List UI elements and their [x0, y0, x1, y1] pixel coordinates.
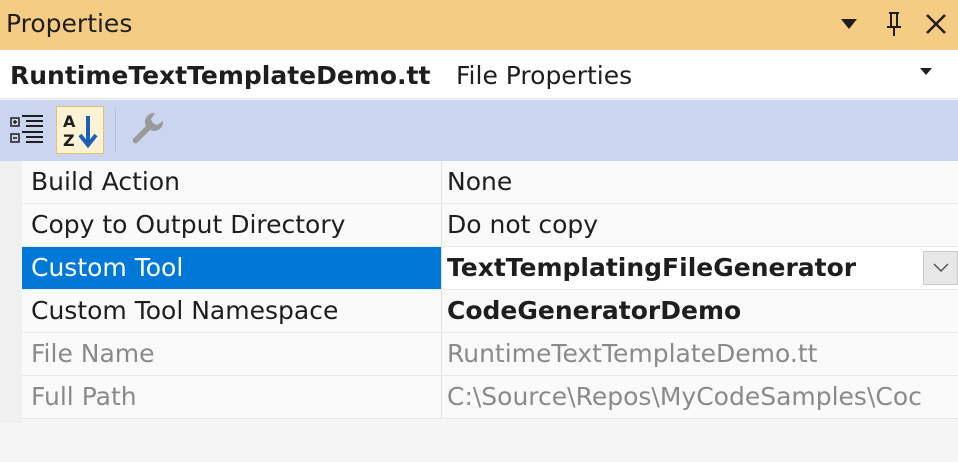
object-selector[interactable]: RuntimeTextTemplateDemo.tt File Properti…: [0, 50, 958, 99]
property-value[interactable]: None: [443, 161, 958, 203]
toolbar-separator: [115, 108, 116, 152]
svg-text:Z: Z: [63, 131, 75, 150]
property-value[interactable]: TextTemplatingFileGenerator: [443, 247, 958, 289]
property-row-custom-tool-namespace[interactable]: Custom Tool Namespace CodeGeneratorDemo: [22, 290, 958, 333]
properties-toolbar: A Z: [0, 100, 958, 161]
property-row-file-name[interactable]: File Name RuntimeTextTemplateDemo.tt: [22, 333, 958, 376]
window-title: Properties: [6, 9, 133, 38]
property-row-copy-to-output[interactable]: Copy to Output Directory Do not copy: [22, 204, 958, 247]
property-row-build-action[interactable]: Build Action None: [22, 161, 958, 204]
property-value[interactable]: Do not copy: [443, 204, 958, 246]
property-value: RuntimeTextTemplateDemo.tt: [447, 339, 818, 368]
property-row-full-path[interactable]: Full Path C:\Source\Repos\MyCodeSamples\…: [22, 376, 958, 419]
close-icon[interactable]: [921, 9, 951, 39]
property-grid: Build Action None Copy to Output Directo…: [0, 161, 958, 423]
property-value: C:\Source\Repos\MyCodeSamples\Coc: [447, 382, 922, 411]
properties-title-bar: Properties: [0, 0, 958, 50]
property-name: Build Action: [22, 161, 442, 203]
svg-text:A: A: [63, 112, 76, 131]
property-name: File Name: [22, 333, 442, 375]
categorized-icon[interactable]: [3, 106, 51, 154]
property-name: Copy to Output Directory: [22, 204, 442, 246]
property-value[interactable]: CodeGeneratorDemo: [443, 290, 958, 332]
property-name: Full Path: [22, 376, 442, 418]
alphabetical-icon[interactable]: A Z: [56, 106, 104, 154]
property-name: Custom Tool: [22, 247, 442, 289]
property-name: Custom Tool Namespace: [22, 290, 442, 332]
grid-gutter: [0, 161, 22, 423]
property-pages-icon: [124, 106, 172, 154]
object-type: File Properties: [456, 61, 633, 90]
description-pane: [0, 423, 958, 462]
chevron-down-icon[interactable]: [923, 251, 958, 285]
object-selector-dropdown-icon[interactable]: [920, 68, 932, 75]
object-name: RuntimeTextTemplateDemo.tt: [10, 61, 431, 90]
chevron-down-icon[interactable]: [834, 9, 864, 39]
property-row-custom-tool[interactable]: Custom Tool TextTemplatingFileGenerator: [22, 247, 958, 290]
pin-icon[interactable]: [879, 9, 909, 39]
